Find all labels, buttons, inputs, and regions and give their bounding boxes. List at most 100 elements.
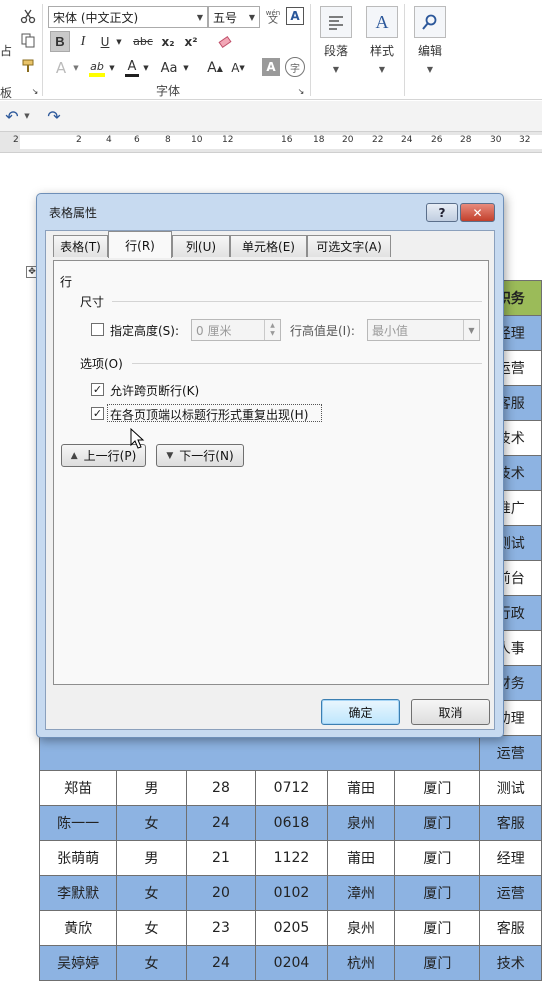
font-color-dropdown-icon[interactable]: ▼ [142, 57, 150, 79]
table-cell[interactable]: 24 [185, 805, 257, 841]
cancel-button[interactable]: 取消 [411, 699, 490, 725]
table-cell[interactable]: 运营 [479, 875, 542, 911]
allow-break-checkbox[interactable]: ✓ [91, 383, 104, 396]
table-cell[interactable]: 0712 [255, 770, 328, 806]
italic-button[interactable]: I [74, 31, 92, 52]
table-cell[interactable]: 黄欣 [38, 910, 118, 946]
table-cell[interactable]: 经理 [479, 840, 542, 876]
editing-button[interactable]: 编辑 ▼ [410, 6, 450, 74]
tab-row[interactable]: 行(R) [108, 231, 172, 258]
paragraph-label: 段落 [323, 44, 348, 58]
text-effects-dropdown-icon[interactable]: ▼ [72, 57, 80, 79]
table-cell[interactable]: 厦门 [394, 875, 481, 911]
table-cell[interactable]: 泉州 [326, 910, 396, 946]
ok-button[interactable]: 确定 [321, 699, 400, 725]
phonetic-guide-button[interactable]: wén 文 [262, 6, 284, 28]
font-color-button[interactable]: A [122, 57, 142, 79]
ruler-tick: 10 [191, 135, 203, 145]
table-cell[interactable]: 24 [185, 945, 257, 981]
table-cell[interactable]: 运营 [479, 735, 542, 771]
table-cell[interactable]: 男 [116, 770, 187, 806]
text-effects-button[interactable]: A [50, 57, 72, 79]
paragraph-button[interactable]: 段落 ▼ [316, 6, 356, 74]
table-cell[interactable]: 莆田 [326, 770, 396, 806]
table-cell[interactable]: 莆田 [326, 840, 396, 876]
spinner-icon[interactable]: ▲ ▼ [264, 320, 280, 340]
font-name-combo[interactable]: 宋体 (中文正文) ▼ [48, 6, 208, 28]
table-cell[interactable]: 20 [185, 875, 257, 911]
font-dialog-launcher-icon[interactable]: ↘ [296, 86, 306, 96]
section-divider [132, 363, 482, 364]
triangle-down-icon: ▼ [166, 450, 174, 461]
table-cell[interactable]: 吴婷婷 [38, 945, 118, 981]
enclose-characters-button[interactable]: 字 [285, 57, 305, 77]
char-border-button[interactable]: A [286, 7, 304, 25]
table-cell[interactable]: 女 [116, 945, 187, 981]
change-case-button[interactable]: Aa [156, 57, 182, 79]
styles-button[interactable]: A 样式 ▼ [362, 6, 402, 74]
grow-font-button[interactable]: A ▲ [205, 57, 225, 79]
table-cell[interactable]: 女 [116, 875, 187, 911]
format-painter-icon[interactable] [18, 56, 38, 76]
table-cell[interactable]: 李默默 [38, 875, 118, 911]
tab-alt-text[interactable]: 可选文字(A) [307, 235, 391, 257]
table-cell[interactable]: 泉州 [326, 805, 396, 841]
table-cell[interactable]: 1122 [255, 840, 328, 876]
table-cell[interactable]: 女 [116, 805, 187, 841]
tab-table[interactable]: 表格(T) [53, 235, 108, 257]
table-cell[interactable]: 男 [116, 840, 187, 876]
strikethrough-button[interactable]: abc [130, 31, 156, 52]
char-shading-button[interactable]: A [262, 58, 280, 76]
table-cell[interactable]: 测试 [479, 770, 542, 806]
clear-formatting-icon[interactable] [214, 31, 236, 52]
table-cell[interactable]: 漳州 [326, 875, 396, 911]
table-cell[interactable]: 厦门 [394, 805, 481, 841]
table-cell[interactable]: 厦门 [394, 770, 481, 806]
shrink-font-button[interactable]: A ▼ [228, 57, 248, 79]
table-cell[interactable]: 厦门 [394, 840, 481, 876]
table-cell[interactable]: 女 [116, 910, 187, 946]
table-cell[interactable]: 0618 [255, 805, 328, 841]
repeat-header-checkbox[interactable]: ✓ [91, 407, 104, 420]
table-cell[interactable]: 杭州 [326, 945, 396, 981]
table-cell[interactable]: 郑苗 [38, 770, 118, 806]
underline-dropdown-icon[interactable]: ▼ [114, 31, 124, 52]
table-cell[interactable]: 客服 [479, 910, 542, 946]
close-button[interactable]: ✕ [460, 203, 495, 222]
table-cell[interactable]: 客服 [479, 805, 542, 841]
table-cell[interactable]: 厦门 [394, 945, 481, 981]
row-height-input[interactable]: 0 厘米 ▲ ▼ [191, 319, 281, 341]
table-cell[interactable]: 23 [185, 910, 257, 946]
highlight-dropdown-icon[interactable]: ▼ [108, 57, 116, 79]
redo-icon[interactable]: ↷ [44, 106, 64, 126]
change-case-dropdown-icon[interactable]: ▼ [182, 57, 190, 79]
font-size-combo[interactable]: 五号 ▼ [208, 6, 260, 28]
table-cell[interactable]: 张萌萌 [38, 840, 118, 876]
subscript-button[interactable]: x₂ [158, 31, 178, 52]
chevron-down-icon: ▼ [196, 12, 203, 22]
font-size-value: 五号 [213, 10, 238, 25]
copy-icon[interactable] [18, 30, 38, 50]
table-cell[interactable]: 陈一一 [38, 805, 118, 841]
row-height-mode-select[interactable]: 最小值 ▼ [367, 319, 480, 341]
table-cell[interactable]: 厦门 [394, 910, 481, 946]
help-button[interactable]: ? [426, 203, 458, 222]
tab-cell[interactable]: 单元格(E) [230, 235, 307, 257]
bold-button[interactable]: B [50, 31, 70, 52]
specify-height-checkbox[interactable] [91, 323, 104, 336]
cut-icon[interactable] [18, 6, 38, 26]
undo-icon[interactable]: ↶ [2, 106, 22, 126]
clipboard-launcher-icon[interactable]: ↘ [30, 86, 40, 96]
table-cell[interactable]: 21 [185, 840, 257, 876]
highlight-button[interactable]: ab [86, 57, 108, 79]
table-cell[interactable]: 0102 [255, 875, 328, 911]
underline-button[interactable]: U [96, 31, 114, 52]
table-cell[interactable]: 0205 [255, 910, 328, 946]
superscript-button[interactable]: x² [181, 31, 201, 52]
table-cell[interactable]: 0204 [255, 945, 328, 981]
tab-column[interactable]: 列(U) [172, 235, 230, 257]
table-cell[interactable]: 28 [185, 770, 257, 806]
next-row-button[interactable]: ▼ 下一行(N) [156, 444, 244, 467]
undo-dropdown-icon[interactable]: ▼ [22, 106, 32, 126]
table-cell[interactable]: 技术 [479, 945, 542, 981]
